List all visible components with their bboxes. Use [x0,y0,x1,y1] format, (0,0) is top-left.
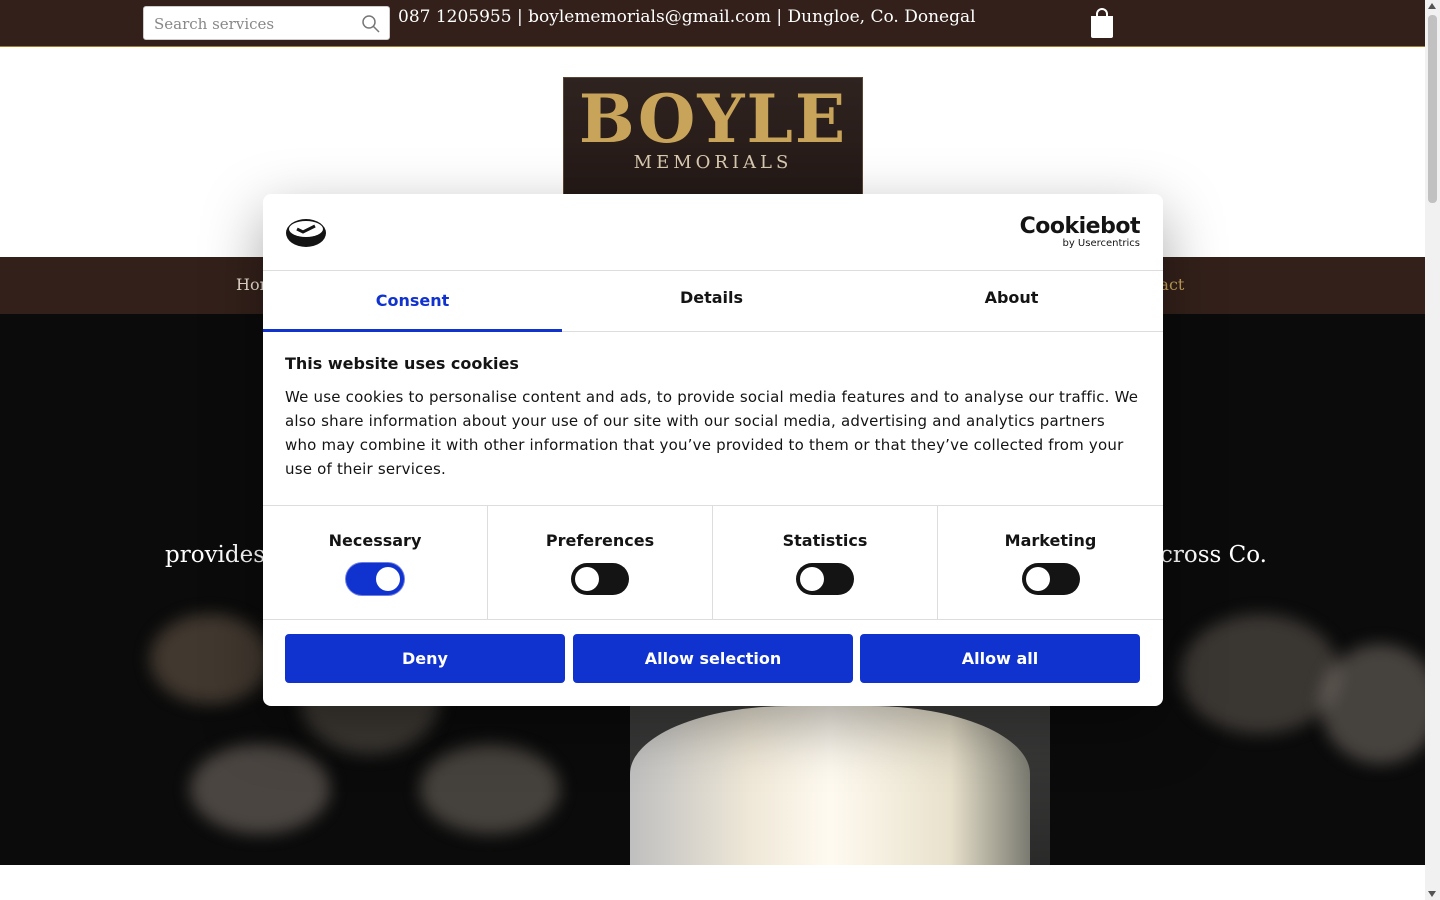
consent-content: This website uses cookies We use cookies… [285,354,1141,481]
hero-text-right: cross Co. [1160,542,1267,568]
toggle-knob [575,567,599,591]
marketing-toggle[interactable] [1021,563,1080,595]
category-marketing: Marketing [938,506,1163,619]
brand-name: Cookiebot [1019,214,1141,239]
site-logo[interactable]: BOYLE MEMORIALS [563,77,863,207]
statistics-toggle[interactable] [796,563,854,595]
consent-body: We use cookies to personalise content an… [285,388,1139,478]
deny-button[interactable]: Deny [285,634,565,683]
page-section [0,865,1425,900]
category-label: Necessary [328,531,422,550]
dialog-header: Cookiebot by Usercentrics [263,194,1163,271]
tab-details[interactable]: Details [562,271,861,331]
cookiebot-brand[interactable]: Cookiebot by Usercentrics [1019,214,1141,250]
category-label: Marketing [1004,531,1097,550]
candle-light [150,614,270,704]
allow-all-button[interactable]: Allow all [860,634,1140,683]
cookiebot-logo-icon [286,219,326,247]
dialog-tabs: Consent Details About [263,271,1163,332]
search-icon[interactable] [361,14,381,34]
shopping-bag-icon[interactable] [1088,7,1116,39]
contact-info: 087 1205955 | boylememorials@gmail.com |… [398,7,976,27]
candle-light [1180,614,1340,734]
tab-consent[interactable]: Consent [263,271,562,332]
toggle-knob [376,567,400,591]
cookie-categories: Necessary Preferences Statistics Marketi… [263,505,1163,620]
top-bar: 087 1205955 | boylememorials@gmail.com |… [0,0,1425,47]
scroll-up-icon[interactable] [1428,3,1436,9]
scroll-down-icon[interactable] [1428,891,1436,897]
candle-light [420,744,560,834]
necessary-toggle[interactable] [346,563,404,595]
candle-light [1320,644,1425,764]
category-preferences: Preferences [488,506,713,619]
preferences-toggle[interactable] [571,563,629,595]
logo-subtitle: MEMORIALS [633,152,793,173]
candle-light [190,744,330,834]
scrollbar-thumb[interactable] [1428,15,1437,203]
category-necessary: Necessary [263,506,488,619]
toggle-knob [800,567,824,591]
search-box [143,6,390,40]
category-label: Statistics [782,531,868,550]
cookie-consent-dialog: Cookiebot by Usercentrics Consent Detail… [263,194,1163,706]
logo-wordmark: BOYLE [578,80,848,158]
allow-selection-button[interactable]: Allow selection [573,634,853,683]
hero-text-left: provides [165,542,266,568]
category-statistics: Statistics [713,506,938,619]
consent-heading: This website uses cookies [285,354,519,373]
brand-subtitle: by Usercentrics [1062,238,1140,249]
tab-about[interactable]: About [862,271,1161,331]
page-scrollbar[interactable] [1425,0,1440,900]
category-label: Preferences [545,531,655,550]
rose-image [630,706,1030,865]
search-input[interactable] [152,12,361,36]
toggle-knob [1025,567,1050,591]
